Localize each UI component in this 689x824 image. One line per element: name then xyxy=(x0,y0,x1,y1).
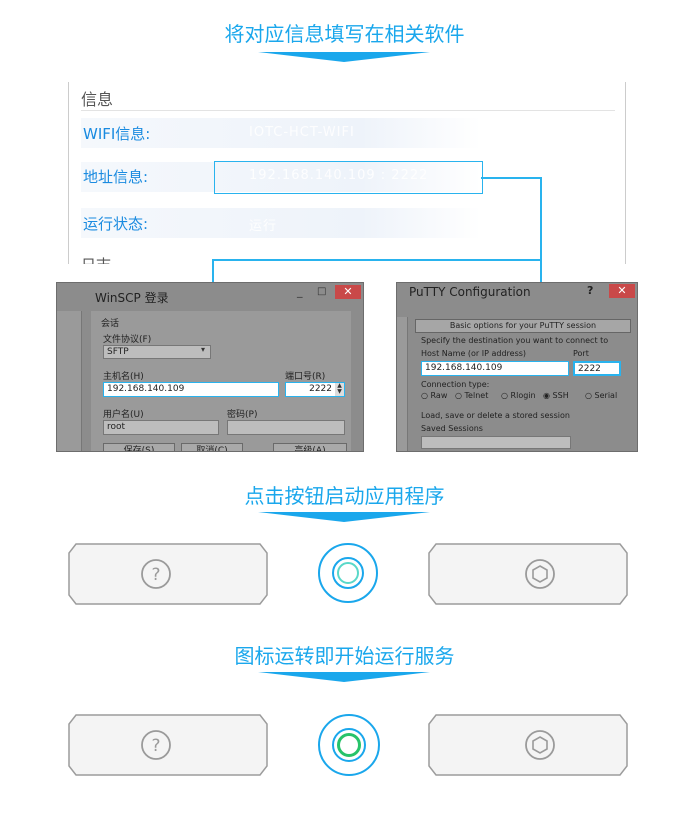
info-header: 信息 xyxy=(81,90,114,109)
winscp-title: WinSCP 登录 xyxy=(95,291,169,305)
winscp-site-list[interactable] xyxy=(57,311,82,451)
maximize-button[interactable]: □ xyxy=(317,286,326,297)
close-button[interactable]: ✕ xyxy=(335,285,361,299)
host-label: 主机名(H) xyxy=(103,372,144,382)
password-label: 密码(P) xyxy=(227,410,258,420)
password-input[interactable] xyxy=(227,420,345,435)
svg-text:?: ? xyxy=(151,565,160,585)
session-label: 会话 xyxy=(101,319,120,329)
putty-category-tree[interactable] xyxy=(397,317,408,451)
conn-option-label: Telnet xyxy=(464,391,489,400)
addr-highlight xyxy=(214,161,483,194)
putty-section-header: Basic options for your PuTTY session xyxy=(415,319,631,333)
conn-option-ssh[interactable]: ◉ SSH xyxy=(543,391,569,400)
putty-saved-label: Saved Sessions xyxy=(421,424,483,433)
question-icon: ? xyxy=(141,559,171,589)
status-value: 运行 xyxy=(249,219,278,234)
step1-arrow xyxy=(258,52,430,62)
question-icon: ? xyxy=(141,730,171,760)
running-core-icon xyxy=(337,733,361,757)
minimize-button[interactable]: _ xyxy=(297,285,303,298)
putty-title: PuTTY Configuration xyxy=(409,285,531,299)
radio-icon: ○ xyxy=(585,391,595,400)
hexagon-icon xyxy=(525,730,555,760)
wifi-value: IOTC-HCT-WIFI xyxy=(249,125,355,140)
putty-host-input[interactable]: 192.168.140.109 xyxy=(421,361,569,376)
putty-load-label: Load, save or delete a stored session xyxy=(421,411,570,420)
conn-option-label: SSH xyxy=(552,391,569,400)
putty-saved-input[interactable] xyxy=(421,436,571,449)
user-label: 用户名(U) xyxy=(103,410,144,420)
putty-conn-options: ○ Raw ○ Telnet ○ Rlogin ◉ SSH ○ Serial xyxy=(421,391,631,403)
radio-icon: ○ xyxy=(501,391,511,400)
putty-close-button[interactable]: ✕ xyxy=(609,284,635,298)
help-icon[interactable]: ? xyxy=(587,284,593,297)
conn-option-label: Serial xyxy=(594,391,618,400)
chevron-down-icon: ▾ xyxy=(201,345,206,354)
protocol-select[interactable]: SFTP xyxy=(103,345,211,359)
putty-host-label: Host Name (or IP address) xyxy=(421,349,527,358)
putty-window: PuTTY Configuration ? ✕ Basic options fo… xyxy=(396,282,638,452)
winscp-window: WinSCP 登录 _ □ ✕ 会话 文件协议(F) SFTP ▾ 主机名(H)… xyxy=(56,282,364,452)
port-stepper[interactable]: ▲ ▼ xyxy=(335,383,344,396)
step2-arrow xyxy=(258,512,430,522)
conn-option-telnet[interactable]: ○ Telnet xyxy=(455,391,488,400)
hexagon-icon xyxy=(525,559,555,589)
conn-option-raw[interactable]: ○ Raw xyxy=(421,391,447,400)
radio-icon: ○ xyxy=(455,391,465,400)
step3-title: 图标运转即开始运行服务 xyxy=(234,644,455,668)
step3-arrow xyxy=(258,672,430,682)
putty-dest-label: Specify the destination you want to conn… xyxy=(421,336,609,345)
advanced-button[interactable]: 高级(A) xyxy=(273,443,347,451)
power-core-icon xyxy=(337,562,359,584)
log-label: 日志 xyxy=(81,254,111,264)
radio-icon: ○ xyxy=(421,391,431,400)
save-button[interactable]: 保存(S) xyxy=(103,443,175,451)
protocol-label: 文件协议(F) xyxy=(103,335,152,345)
radio-icon: ◉ xyxy=(543,391,553,400)
conn-option-label: Raw xyxy=(430,391,448,400)
info-divider xyxy=(81,110,615,111)
status-label: 运行状态: xyxy=(83,215,149,233)
port-label: 端口号(R) xyxy=(285,372,326,382)
user-input[interactable]: root xyxy=(103,420,219,435)
connector-putty-h xyxy=(481,177,541,179)
addr-label: 地址信息: xyxy=(83,168,149,186)
step2-title: 点击按钮启动应用程序 xyxy=(244,484,445,508)
svg-text:?: ? xyxy=(151,736,160,756)
putty-port-input[interactable]: 2222 xyxy=(573,361,621,376)
conn-option-label: Rlogin xyxy=(510,391,536,400)
cancel-button[interactable]: 取消(C) xyxy=(181,443,243,451)
putty-port-label: Port xyxy=(573,349,589,358)
conn-option-serial[interactable]: ○ Serial xyxy=(585,391,617,400)
step1-title: 将对应信息填写在相关软件 xyxy=(224,22,465,46)
host-input[interactable]: 192.168.140.109 xyxy=(103,382,279,397)
conn-option-rlogin[interactable]: ○ Rlogin xyxy=(501,391,536,400)
putty-conn-label: Connection type: xyxy=(421,380,490,389)
connector-winscp-h xyxy=(212,259,541,261)
wifi-label: WIFI信息: xyxy=(83,125,151,143)
